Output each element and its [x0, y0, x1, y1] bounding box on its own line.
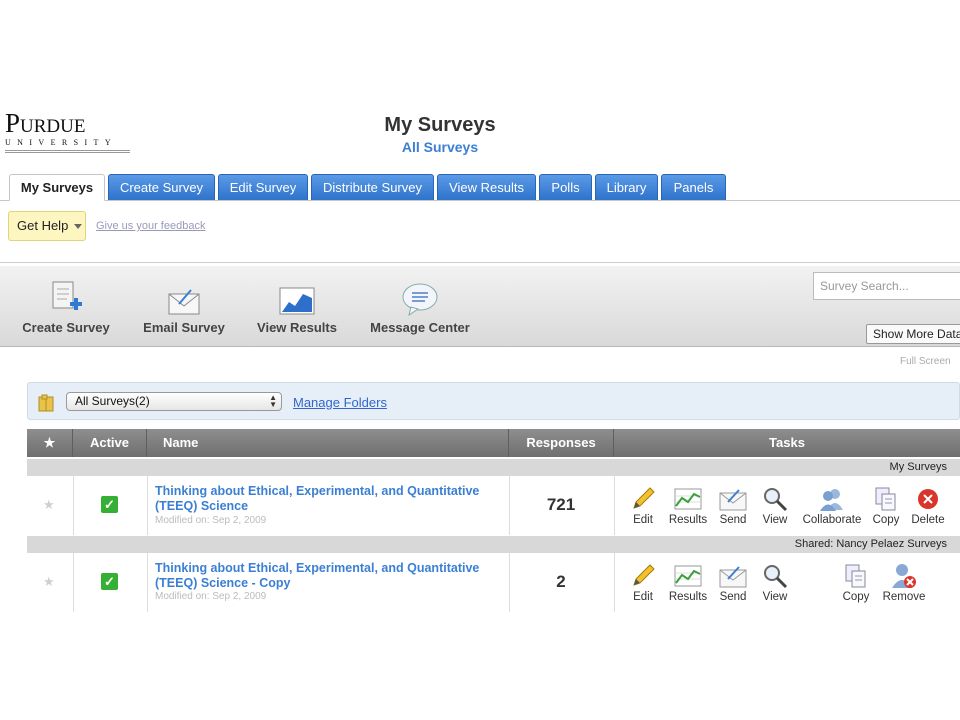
line-chart-icon — [665, 561, 711, 591]
survey-name-link[interactable]: Thinking about Ethical, Experimental, an… — [155, 561, 500, 591]
speech-bubble-icon — [366, 280, 474, 316]
logo-sub-text: UNIVERSITY — [5, 138, 117, 147]
get-help-label: Get Help — [17, 218, 69, 233]
get-help-button[interactable]: Get Help — [8, 211, 86, 241]
copy-task-button[interactable]: Copy — [869, 484, 903, 526]
survey-name-link[interactable]: Thinking about Ethical, Experimental, an… — [155, 484, 500, 514]
send-task-button[interactable]: Send — [715, 561, 751, 603]
survey-modified-date: Modified on: Sep 2, 2009 — [155, 591, 267, 602]
folder-select-value: All Surveys(2) — [75, 394, 150, 408]
column-header-tasks: Tasks — [769, 435, 805, 450]
task-label: Delete — [911, 514, 945, 526]
survey-modified-date: Modified on: Sep 2, 2009 — [155, 515, 267, 526]
purdue-logo: Purdue UNIVERSITY — [5, 110, 130, 160]
table-row: ★ ✓ Thinking about Ethical, Experimental… — [27, 553, 960, 612]
tab-my-surveys[interactable]: My Surveys — [9, 174, 105, 201]
folder-select[interactable]: All Surveys(2) ▲ ▼ — [66, 392, 282, 411]
magnifier-icon — [757, 484, 793, 514]
pencil-icon — [625, 561, 661, 591]
delete-icon — [907, 484, 949, 514]
view-task-button[interactable]: View — [757, 561, 793, 603]
tab-panels[interactable]: Panels — [661, 174, 726, 200]
full-screen-link[interactable]: Full Screen — [900, 356, 951, 367]
survey-search-input[interactable]: Survey Search... — [813, 272, 960, 300]
envelope-icon — [715, 484, 751, 514]
select-arrows-icon: ▲ ▼ — [269, 393, 277, 409]
send-task-button[interactable]: Send — [715, 484, 751, 526]
manage-folders-link[interactable]: Manage Folders — [293, 395, 387, 410]
group-label-my-surveys: My Surveys — [27, 459, 960, 476]
tab-distribute-survey[interactable]: Distribute Survey — [311, 174, 434, 200]
active-checkbox[interactable]: ✓ — [101, 496, 118, 513]
task-label: Edit — [633, 514, 653, 526]
tab-polls[interactable]: Polls — [539, 174, 592, 200]
pencil-icon — [625, 484, 661, 514]
line-chart-icon — [665, 484, 711, 514]
active-checkbox[interactable]: ✓ — [101, 573, 118, 590]
email-icon — [138, 280, 230, 316]
task-label: Copy — [872, 514, 900, 526]
task-label: Results — [668, 591, 708, 603]
results-task-button[interactable]: Results — [665, 484, 711, 526]
tab-edit-survey[interactable]: Edit Survey — [218, 174, 308, 200]
task-label: View — [762, 514, 788, 526]
users-icon — [797, 484, 867, 514]
task-label: Edit — [633, 591, 653, 603]
main-tabs: My Surveys Create Survey Edit Survey Dis… — [0, 174, 960, 201]
create-survey-icon — [18, 280, 114, 316]
edit-task-button[interactable]: Edit — [625, 484, 661, 526]
page-title: My Surveys — [384, 114, 496, 136]
page-subtitle: All Surveys — [401, 139, 479, 155]
edit-task-button[interactable]: Edit — [625, 561, 661, 603]
show-more-data-button[interactable]: Show More Data — [866, 324, 960, 344]
favorite-star-icon[interactable]: ★ — [43, 497, 55, 513]
copy-icon — [839, 561, 873, 591]
favorite-star-icon[interactable]: ★ — [43, 574, 55, 590]
tab-view-results[interactable]: View Results — [437, 174, 536, 200]
group-label-shared: Shared: Nancy Pelaez Surveys — [27, 536, 960, 553]
feedback-link[interactable]: Give us your feedback — [96, 220, 205, 232]
task-label: Remove — [882, 591, 926, 603]
task-label: Collaborate — [802, 514, 862, 526]
task-label: Results — [668, 514, 708, 526]
response-count: 2 — [556, 572, 566, 591]
remove-user-icon — [879, 561, 929, 591]
copy-icon — [869, 484, 903, 514]
toolbar-email-survey-button[interactable]: Email Survey — [138, 280, 230, 335]
toolbar-message-center-button[interactable]: Message Center — [366, 280, 474, 335]
toolbar-create-survey-label: Create Survey — [22, 320, 110, 335]
task-label: View — [762, 591, 788, 603]
toolbar-email-survey-label: Email Survey — [143, 320, 225, 335]
response-count: 721 — [546, 495, 576, 514]
delete-task-button[interactable]: Delete — [907, 484, 949, 526]
column-header-name[interactable]: Name — [147, 429, 509, 457]
table-row: ★ ✓ Thinking about Ethical, Experimental… — [27, 476, 960, 535]
column-header-active[interactable]: Active — [73, 429, 147, 457]
toolbar-view-results-label: View Results — [257, 320, 337, 335]
tab-create-survey[interactable]: Create Survey — [108, 174, 215, 200]
view-task-button[interactable]: View — [757, 484, 793, 526]
task-label: Send — [719, 514, 747, 526]
folder-icon — [38, 394, 54, 417]
column-header-star[interactable]: ★ — [27, 429, 73, 457]
table-header: ★ Active Name Responses Tasks — [27, 429, 960, 457]
toolbar-message-center-label: Message Center — [370, 320, 470, 335]
copy-task-button[interactable]: Copy — [839, 561, 873, 603]
task-label: Send — [719, 591, 747, 603]
toolbar-create-survey-button[interactable]: Create Survey — [18, 280, 114, 335]
column-header-responses[interactable]: Responses — [509, 429, 614, 457]
task-label: Copy — [842, 591, 870, 603]
envelope-icon — [715, 561, 751, 591]
chevron-down-icon — [74, 224, 83, 230]
magnifier-icon — [757, 561, 793, 591]
results-chart-icon — [252, 280, 342, 316]
toolbar-view-results-button[interactable]: View Results — [252, 280, 342, 335]
results-task-button[interactable]: Results — [665, 561, 711, 603]
tab-library[interactable]: Library — [595, 174, 658, 200]
logo-main-text: Purdue — [5, 108, 86, 138]
collaborate-task-button[interactable]: Collaborate — [797, 484, 867, 526]
remove-task-button[interactable]: Remove — [879, 561, 929, 603]
